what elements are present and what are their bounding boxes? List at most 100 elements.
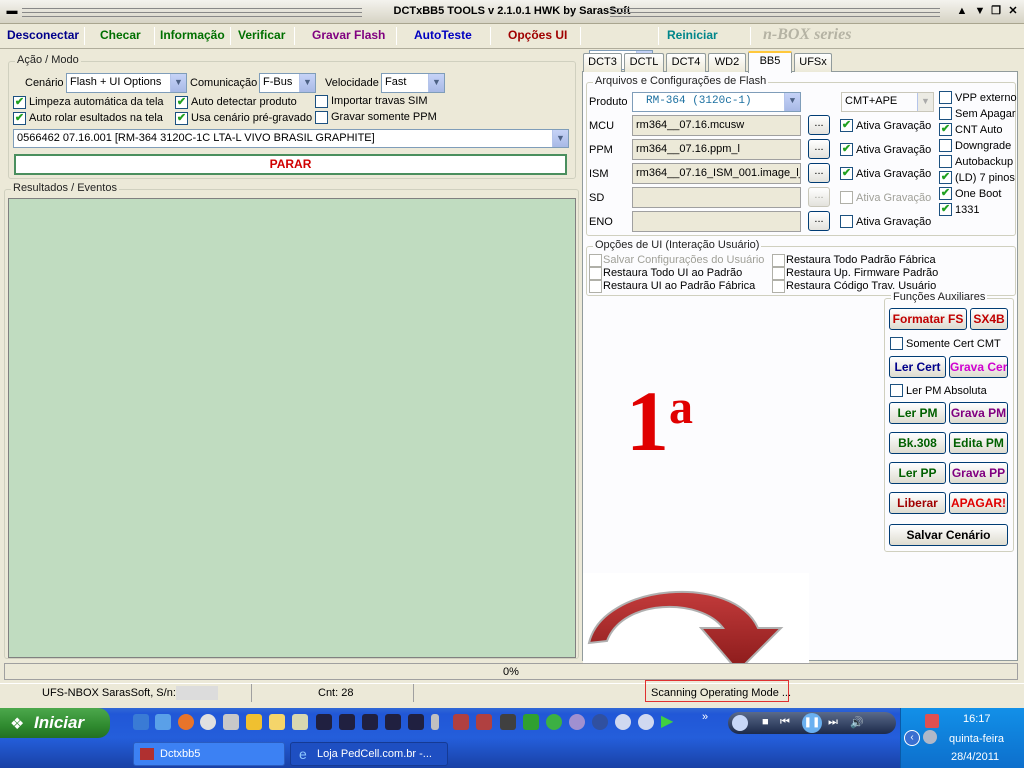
checkbox-eno-active[interactable] — [840, 215, 853, 228]
tray-collapse-icon[interactable]: ‹ — [904, 730, 920, 746]
checkbox-ld7[interactable]: ✔ — [939, 171, 952, 184]
checkbox-prerecorded[interactable]: ✔ — [175, 112, 188, 125]
restart-button[interactable]: Reiniciar — [667, 28, 718, 42]
tab-dct4[interactable]: DCT4 — [666, 53, 706, 72]
checkbox-mcu-active[interactable]: ✔ — [840, 119, 853, 132]
restore-down-icon[interactable]: ▼ — [972, 4, 988, 19]
checkbox-downgrade[interactable] — [939, 139, 952, 152]
checkbox-only-cert[interactable] — [890, 337, 903, 350]
disconnect-button[interactable]: Desconectar — [7, 28, 79, 42]
read-pp-button[interactable]: Ler PP — [889, 462, 946, 484]
ie-icon[interactable] — [133, 714, 149, 730]
verify-button[interactable]: Verificar — [238, 28, 285, 42]
product-select[interactable]: RM-364 (3120c-1) ▼ — [632, 92, 801, 112]
write-pp-button[interactable]: Grava PP — [949, 462, 1008, 484]
checkbox-import-sim[interactable] — [315, 95, 328, 108]
folder-icon[interactable] — [269, 714, 285, 730]
app3-icon[interactable] — [339, 714, 355, 730]
app5-icon[interactable] — [385, 714, 401, 730]
checkbox-restore-lock-code[interactable] — [772, 280, 785, 293]
app-icon[interactable] — [292, 714, 308, 730]
results-log[interactable] — [8, 198, 576, 658]
read-pm-button[interactable]: Ler PM — [889, 402, 946, 424]
checkbox-ism-active[interactable]: ✔ — [840, 167, 853, 180]
checkbox-no-erase[interactable] — [939, 107, 952, 120]
mode-select[interactable]: CMT+APE ▼ — [841, 92, 934, 112]
minimize-icon[interactable]: ▲ — [954, 4, 970, 19]
bk308-button[interactable]: Bk.308 — [889, 432, 946, 454]
checkbox-save-user-config[interactable] — [589, 254, 602, 267]
play-icon[interactable]: ▶ — [661, 714, 677, 730]
motorola-icon[interactable] — [592, 714, 608, 730]
app4-icon[interactable] — [362, 714, 378, 730]
checkbox-vpp-external[interactable] — [939, 91, 952, 104]
green-icon[interactable] — [546, 714, 562, 730]
checkbox-auto-clean[interactable]: ✔ — [13, 96, 26, 109]
browser-icon[interactable] — [155, 714, 171, 730]
purple-icon[interactable] — [569, 714, 585, 730]
eno-field[interactable] — [632, 211, 801, 232]
tray-alert-icon[interactable] — [925, 714, 939, 728]
ppm-browse-button[interactable]: ... — [808, 139, 830, 159]
volume-icon[interactable]: 🔊 — [850, 716, 864, 729]
stop-media-icon[interactable]: ■ — [762, 716, 769, 728]
tab-dct3[interactable]: DCT3 — [583, 53, 622, 72]
save-scenario-button[interactable]: Salvar Cenário — [889, 524, 1008, 546]
checkbox-ppm-active[interactable]: ✔ — [840, 143, 853, 156]
next-icon[interactable]: ⏭ — [828, 716, 838, 729]
firefox-icon[interactable] — [178, 714, 194, 730]
tab-dctl[interactable]: DCTL — [624, 53, 664, 72]
checkbox-only-ppm[interactable] — [315, 111, 328, 124]
prev-icon[interactable]: ⏮ — [780, 716, 790, 729]
overflow-icon[interactable]: » — [702, 711, 708, 723]
sd-field[interactable] — [632, 187, 801, 208]
user-icon[interactable] — [246, 714, 262, 730]
stop-button[interactable]: PARAR — [14, 154, 567, 175]
close-icon[interactable]: ✕ — [1005, 4, 1021, 19]
media-icon[interactable] — [200, 714, 216, 730]
app8-icon[interactable] — [476, 714, 492, 730]
product-line-select[interactable]: 0566462 07.16.001 [RM-364 3120C-1C LTA-L… — [13, 129, 569, 148]
format-fs-button[interactable]: Formatar FS — [889, 308, 967, 330]
ism-browse-button[interactable]: ... — [808, 163, 830, 183]
ui-options-button[interactable]: Opções UI — [508, 28, 567, 42]
check-button[interactable]: Checar — [100, 28, 141, 42]
sd-browse-button[interactable]: ... — [808, 187, 830, 207]
tray-speaker-icon[interactable] — [923, 730, 937, 744]
ism-field[interactable]: rm364__07.16_ISM_001.image_l_ — [632, 163, 801, 184]
checkbox-restore-ui-factory[interactable] — [589, 280, 602, 293]
eno-browse-button[interactable]: ... — [808, 211, 830, 231]
checkbox-1331[interactable]: ✔ — [939, 203, 952, 216]
maximize-icon[interactable]: ❐ — [988, 4, 1004, 19]
gear2-icon[interactable] — [638, 714, 654, 730]
checkbox-read-pm-abs[interactable] — [890, 384, 903, 397]
app2-icon[interactable] — [316, 714, 332, 730]
tab-bb5[interactable]: BB5 — [748, 51, 792, 73]
tab-ufsx[interactable]: UFSx — [794, 53, 832, 72]
checkbox-auto-scroll[interactable]: ✔ — [13, 112, 26, 125]
speed-select[interactable]: Fast ▼ — [381, 73, 445, 93]
app7-icon[interactable] — [453, 714, 469, 730]
checkbox-restore-factory[interactable] — [772, 254, 785, 267]
tab-wd2[interactable]: WD2 — [708, 53, 746, 72]
checkbox-cnt-auto[interactable]: ✔ — [939, 123, 952, 136]
comm-select[interactable]: F-Bus ▼ — [259, 73, 316, 93]
edit-pm-button[interactable]: Edita PM — [949, 432, 1008, 454]
info-button[interactable]: Informação — [160, 28, 225, 42]
task-dctxbb5[interactable]: Dctxbb5 — [133, 742, 285, 766]
ppm-field[interactable]: rm364__07.16.ppm_l — [632, 139, 801, 160]
sx4b-button[interactable]: SX4B — [970, 308, 1008, 330]
mcu-browse-button[interactable]: ... — [808, 115, 830, 135]
mcu-field[interactable]: rm364__07.16.mcusw — [632, 115, 801, 136]
write-pm-button[interactable]: Grava PM — [949, 402, 1008, 424]
network-icon[interactable] — [523, 714, 539, 730]
task-browser[interactable]: e Loja PedCell.com.br -... — [290, 742, 448, 766]
app9-icon[interactable] — [500, 714, 516, 730]
start-button[interactable]: ❖ Iniciar — [0, 708, 110, 738]
tool-icon[interactable] — [223, 714, 239, 730]
checkbox-one-boot[interactable]: ✔ — [939, 187, 952, 200]
usb-icon[interactable] — [431, 714, 439, 730]
gear-icon[interactable] — [615, 714, 631, 730]
checkbox-autobackup[interactable] — [939, 155, 952, 168]
read-cert-button[interactable]: Ler Cert — [889, 356, 946, 378]
